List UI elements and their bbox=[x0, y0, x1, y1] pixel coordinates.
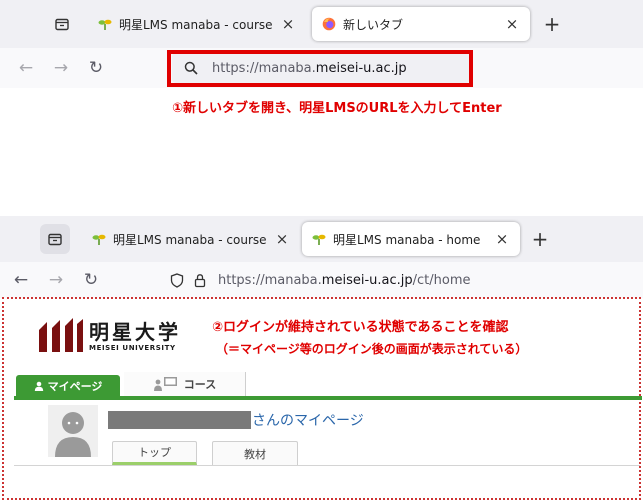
default-avatar-icon bbox=[55, 412, 91, 457]
tab-close-icon[interactable]: × bbox=[280, 15, 296, 33]
course-icon bbox=[153, 377, 177, 391]
logo-subtitle: MEISEI UNIVERSITY bbox=[89, 344, 176, 352]
manaba-main-tabs: マイページ コース bbox=[14, 372, 642, 400]
firefox-icon bbox=[322, 17, 336, 31]
instruction-step-2-detail: （＝マイページ等のログイン後の画面が表示されている） bbox=[216, 342, 528, 356]
tab-close-icon[interactable]: × bbox=[494, 230, 510, 248]
tab-list-icon bbox=[55, 18, 69, 31]
url-bar[interactable]: https://manaba. meisei-u.ac.jp/ct/home bbox=[162, 265, 632, 295]
tab-course-label: コース bbox=[183, 378, 217, 391]
manaba-sprout-icon bbox=[98, 19, 112, 30]
back-button[interactable]: ← bbox=[10, 269, 32, 291]
person-icon bbox=[34, 381, 43, 391]
tab-list-icon bbox=[48, 233, 62, 246]
tab-mypage[interactable]: マイページ bbox=[16, 375, 120, 396]
url-host: meisei-u.ac.jp bbox=[321, 272, 413, 288]
user-name-redacted bbox=[108, 411, 251, 429]
new-tab-button[interactable]: + bbox=[540, 12, 564, 36]
back-button[interactable]: ← bbox=[15, 57, 37, 79]
bottom-tab-strip: 明星LMS manaba - course × 明星LMS manaba - h… bbox=[0, 216, 643, 262]
tab-list-button[interactable] bbox=[47, 9, 77, 39]
avatar bbox=[48, 405, 98, 457]
tab-list-button[interactable] bbox=[40, 224, 70, 254]
manaba-sprout-icon bbox=[92, 234, 106, 245]
tab-mypage-label: マイページ bbox=[47, 379, 103, 393]
forward-button[interactable]: → bbox=[45, 269, 67, 291]
tab-label: 明星LMS manaba - course bbox=[119, 17, 273, 32]
tab-manaba-course[interactable]: 明星LMS manaba - course × bbox=[82, 222, 300, 256]
reload-button[interactable]: ↻ bbox=[85, 57, 107, 79]
mypage-title: さんのマイページ bbox=[252, 413, 364, 429]
tab-manaba-course[interactable]: 明星LMS manaba - course × bbox=[88, 7, 306, 41]
lock-icon bbox=[194, 273, 206, 287]
tab-close-icon[interactable]: × bbox=[274, 230, 290, 248]
tab-label: 新しいタブ bbox=[343, 17, 404, 32]
subtab-materials[interactable]: 教材 bbox=[212, 441, 298, 465]
meisei-logo-mark-icon bbox=[39, 318, 83, 352]
subtab-baseline bbox=[14, 465, 640, 466]
subtab-top[interactable]: トップ bbox=[112, 441, 197, 465]
bottom-toolbar: ← → ↻ https://manaba. meisei-u.ac.jp/ct/h… bbox=[0, 262, 643, 298]
reload-button[interactable]: ↻ bbox=[80, 269, 102, 291]
instruction-step-2: ②ログインが維持されている状態であることを確認 bbox=[212, 320, 509, 335]
tab-course[interactable]: コース bbox=[124, 372, 246, 396]
tab-manaba-home[interactable]: 明星LMS manaba - home × bbox=[302, 222, 520, 256]
url-highlight-box bbox=[167, 50, 473, 87]
top-tab-strip: 明星LMS manaba - course × 新しいタブ × + bbox=[0, 0, 643, 48]
new-tab-button[interactable]: + bbox=[528, 227, 552, 251]
tab-label: 明星LMS manaba - course bbox=[113, 232, 267, 247]
logo-name: 明星大学 bbox=[89, 320, 181, 344]
tab-new-tab[interactable]: 新しいタブ × bbox=[312, 7, 530, 41]
tab-close-icon[interactable]: × bbox=[504, 15, 520, 33]
url-path: /ct/home bbox=[412, 272, 471, 288]
manaba-sprout-icon bbox=[312, 234, 326, 245]
forward-button[interactable]: → bbox=[50, 57, 72, 79]
instruction-step-1: ①新しいタブを開き、明星LMSのURLを入力してEnter bbox=[172, 101, 502, 116]
url-prefix: https://manaba. bbox=[218, 272, 322, 288]
tab-label: 明星LMS manaba - home bbox=[333, 232, 481, 247]
meisei-logo[interactable]: 明星大学 MEISEI UNIVERSITY bbox=[37, 318, 192, 358]
shield-icon bbox=[170, 272, 184, 288]
